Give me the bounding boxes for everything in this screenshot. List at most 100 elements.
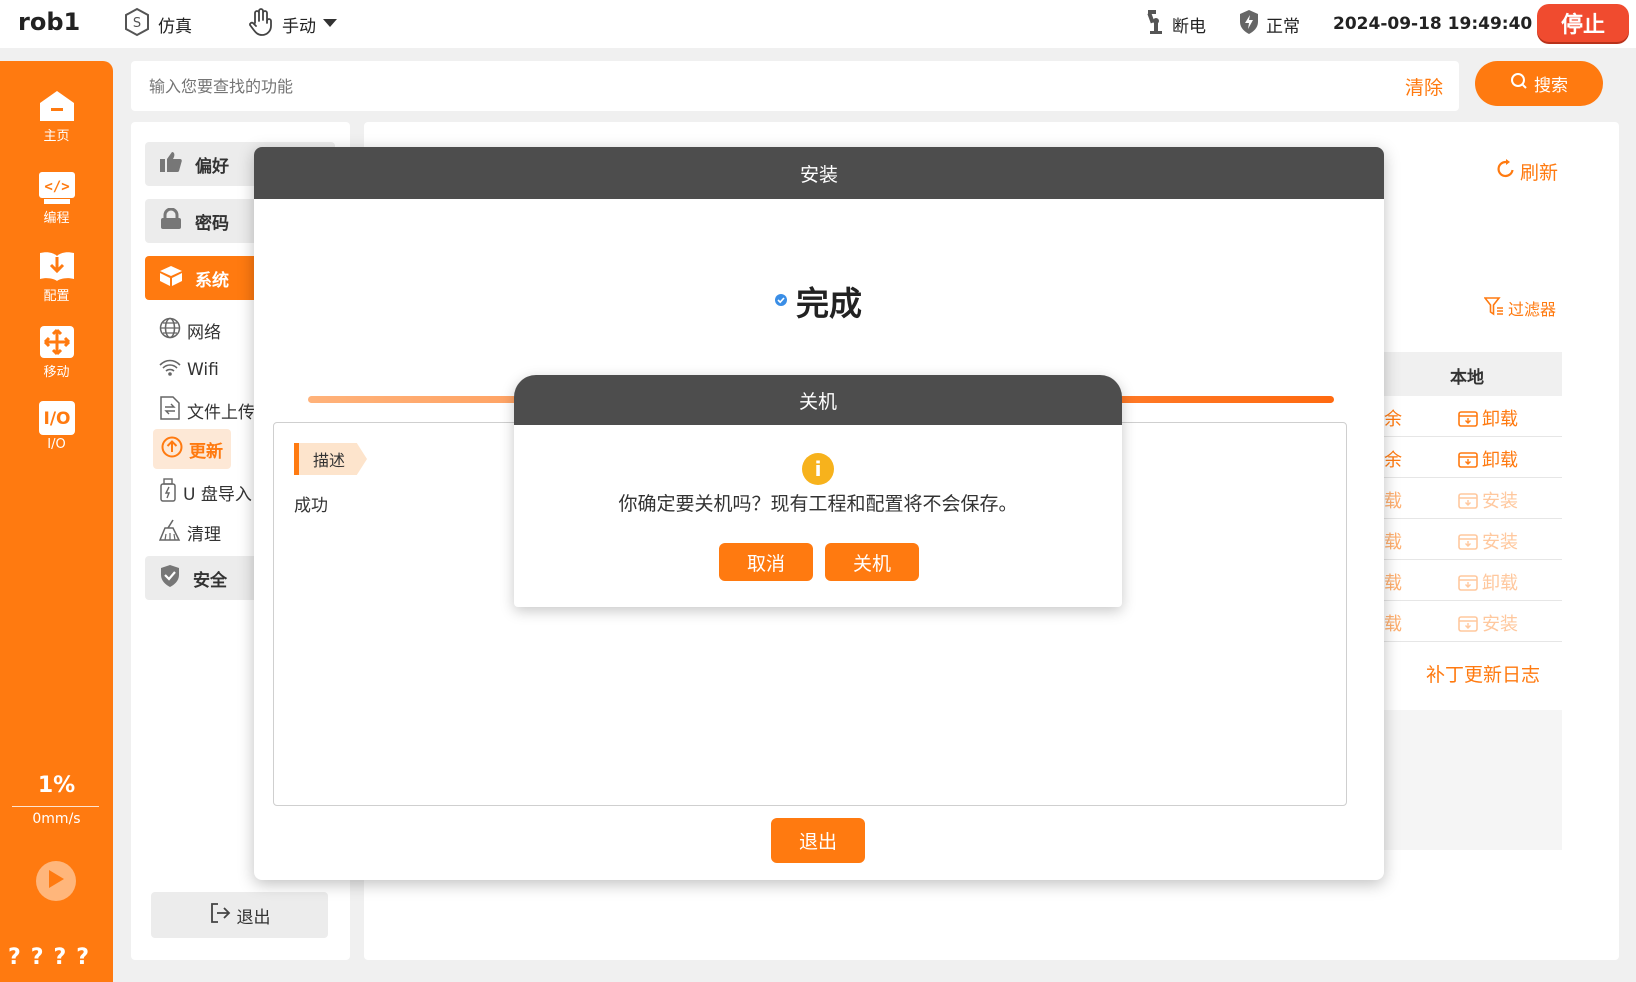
table-row: 载 卸载 [1384,561,1562,601]
nav-io[interactable]: I/O I/O [0,401,113,452]
broom-icon [158,519,181,546]
install-dialog-title: 安装 [254,147,1384,199]
shield-bolt-icon [1238,9,1260,40]
safety-status: 正常 [1238,9,1300,40]
table-row: 载 安装 [1384,602,1562,642]
category-preference-label: 偏好 [195,156,229,177]
mode-label: 仿真 [158,16,192,37]
nav-program-label: 编程 [43,211,70,226]
safety-label: 正常 [1266,16,1300,37]
help-marks[interactable]: ???? [8,945,99,970]
clear-button[interactable]: 清除 [1405,73,1443,100]
menu-wifi-label: Wifi [187,360,219,380]
local-column-header: 本地 [1450,368,1484,388]
warning-icon: i [802,453,834,485]
search-button-label: 搜索 [1534,76,1568,96]
table-header: 本地 [1384,352,1562,396]
shutdown-button[interactable]: 关机 [825,543,919,581]
row-action-button[interactable]: 卸载 [1458,405,1518,431]
log-text: 成功 [294,496,328,516]
package-icon [1458,452,1478,468]
package-icon [1458,575,1478,591]
menu-wifi[interactable]: Wifi [159,355,219,385]
menu-file-upload[interactable]: 文件上传 [159,395,255,425]
play-button[interactable] [36,861,76,901]
menu-network-label: 网络 [187,322,221,343]
patch-log-link[interactable]: 补丁更新日志 [1426,660,1540,687]
row-action-button[interactable]: 卸载 [1458,569,1518,595]
move-arrows-icon [38,325,76,359]
nav-config-label: 配置 [43,289,70,304]
row-action-label: 安装 [1482,532,1518,553]
settings-exit-button[interactable]: 退出 [151,892,328,938]
filter-button[interactable]: 过滤器 [1483,296,1557,320]
row-action-button[interactable]: 安装 [1458,610,1518,636]
cancel-button[interactable]: 取消 [719,543,813,581]
robot-name: rob1 [18,8,81,36]
row-fragment: 载 [1384,573,1402,594]
refresh-icon [1496,159,1516,184]
file-transfer-icon [159,395,181,425]
upload-circle-icon [161,436,183,463]
menu-network[interactable]: 网络 [159,315,221,345]
search-button[interactable]: 搜索 [1475,61,1603,106]
top-bar: rob1 S 仿真 手动 断电 正常 2024-09-18 19:49:40 停… [0,0,1636,48]
svg-text:</>: </> [44,179,69,195]
simulation-mode[interactable]: S 仿真 [122,7,192,38]
cube-icon [159,265,183,292]
menu-usb-import-label: U 盘导入 [183,484,252,505]
row-action-label: 卸载 [1482,573,1518,594]
stop-button[interactable]: 停止 [1537,4,1629,42]
shutdown-dialog: 关机 i 你确定要关机吗？现有工程和配置将不会保存。 取消 关机 [514,375,1122,607]
nav-home-label: 主页 [43,129,70,144]
logout-icon [209,902,231,929]
category-system-label: 系统 [195,270,229,291]
row-action-button[interactable]: 安装 [1458,487,1518,513]
power-label: 断电 [1172,16,1206,37]
check-circle-icon [774,292,788,311]
speed-percent[interactable]: 1% [0,773,113,798]
search-input[interactable] [149,73,1329,99]
install-exit-button[interactable]: 退出 [771,818,865,863]
menu-usb-import[interactable]: U 盘导入 [159,477,252,507]
datetime: 2024-09-18 19:49:40 [1333,14,1533,34]
refresh-button[interactable]: 刷新 [1496,158,1558,185]
nav-home[interactable]: 主页 [0,89,113,144]
row-fragment: 余 [1384,409,1402,430]
filter-label: 过滤器 [1508,300,1557,319]
category-safety-label: 安全 [193,570,227,591]
row-action-button[interactable]: 安装 [1458,528,1518,554]
nav-io-label: I/O [47,437,66,452]
code-icon: </> [38,171,76,205]
search-icon [1510,72,1528,95]
row-fragment: 载 [1384,532,1402,553]
shutdown-dialog-title: 关机 [514,375,1122,425]
shield-check-icon [159,564,181,593]
nav-move[interactable]: 移动 [0,325,113,380]
category-password-label: 密码 [195,213,229,234]
play-icon [47,869,65,893]
package-icon [1458,616,1478,632]
row-action-label: 安装 [1482,614,1518,635]
menu-clean-label: 清理 [187,524,221,545]
nav-config[interactable]: 配置 [0,249,113,304]
search-bar: 清除 [131,61,1459,111]
nav-program[interactable]: </> 编程 [0,171,113,226]
power-status: 断电 [1146,9,1206,38]
package-icon [1458,411,1478,427]
row-action-label: 安装 [1482,491,1518,512]
menu-clean[interactable]: 清理 [158,517,221,547]
menu-update[interactable]: 更新 [153,429,231,469]
package-icon [1458,493,1478,509]
row-action-label: 卸载 [1482,409,1518,430]
control-mode-dropdown[interactable]: 手动 [246,7,338,38]
details-area [1384,710,1562,850]
menu-update-label: 更新 [189,441,223,462]
lock-icon [159,207,183,235]
settings-exit-label: 退出 [236,907,271,928]
row-action-button[interactable]: 卸载 [1458,446,1518,472]
shield-s-icon: S [122,7,152,42]
install-status-text: 完成 [796,284,862,323]
filter-icon [1483,296,1504,320]
io-icon: I/O [38,401,76,435]
